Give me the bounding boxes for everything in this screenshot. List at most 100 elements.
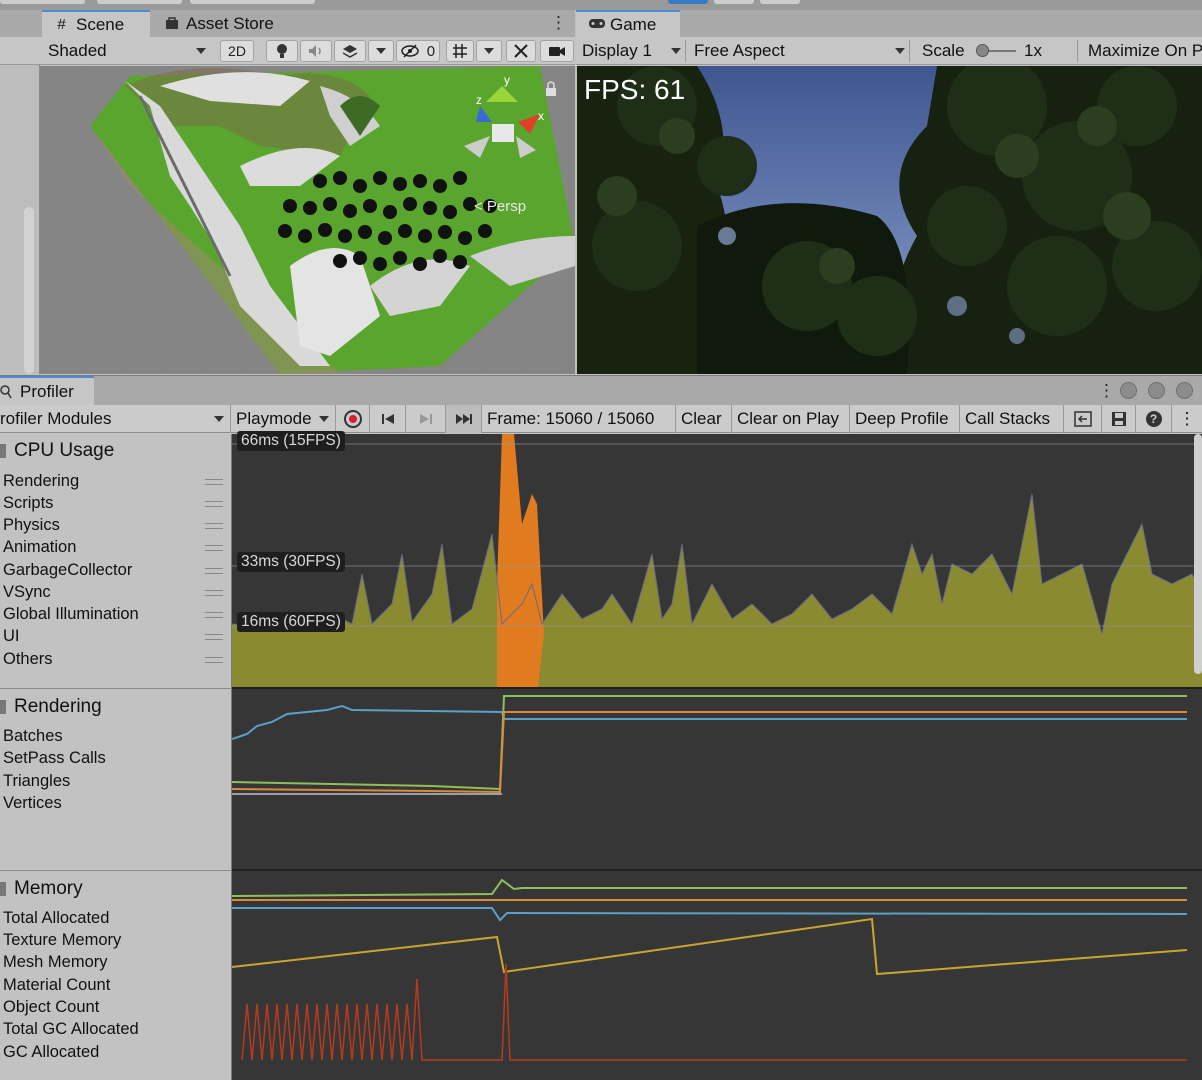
clear-button[interactable]: Clear: [676, 405, 732, 433]
display-dropdown[interactable]: Display 1: [578, 40, 686, 62]
game-viewport[interactable]: [577, 66, 1202, 374]
memory-legend-object-count[interactable]: Object Count: [3, 998, 99, 1017]
rendering-legend-vertices[interactable]: Vertices: [3, 794, 62, 813]
effects-toggle-button[interactable]: [334, 40, 366, 62]
scene-tab-bar: # Scene Asset Store ⋮: [0, 10, 575, 37]
deep-profile-toggle[interactable]: Deep Profile: [850, 405, 960, 433]
grid-dropdown-button[interactable]: [476, 40, 502, 62]
aspect-dropdown[interactable]: Free Aspect: [690, 40, 910, 62]
cpu-legend-global-illumination[interactable]: Global Illumination: [3, 605, 139, 624]
chevron-down-icon: [484, 48, 494, 54]
terrain-scene-illustration: y x z < Persp: [40, 66, 575, 374]
audio-toggle-button[interactable]: [300, 40, 332, 62]
grid-snap-icon: [453, 44, 467, 58]
scene-menu-icon[interactable]: ⋮: [550, 14, 567, 32]
shading-mode-dropdown[interactable]: Shaded: [44, 40, 210, 62]
drag-handle-icon[interactable]: [205, 590, 223, 596]
chevron-down-icon: [376, 48, 386, 54]
call-stacks-toggle[interactable]: Call Stacks: [960, 405, 1064, 433]
memory-module-title[interactable]: Memory: [14, 878, 83, 900]
clear-on-play-toggle[interactable]: Clear on Play: [732, 405, 850, 433]
help-icon: ?: [1145, 411, 1162, 427]
skip-back-icon: [381, 414, 394, 424]
maximize-on-play-label: Maximize On P: [1088, 41, 1202, 60]
grid-toggle-button[interactable]: [446, 40, 474, 62]
rendering-legend-triangles[interactable]: Triangles: [3, 772, 70, 791]
lighting-toggle-button[interactable]: [266, 40, 298, 62]
next-frame-button[interactable]: [406, 405, 446, 433]
tab-profiler[interactable]: Profiler: [0, 376, 94, 406]
memory-legend-gc-allocated[interactable]: GC Allocated: [3, 1043, 99, 1062]
module-divider: [0, 688, 232, 689]
save-data-button[interactable]: [1102, 405, 1136, 433]
profiler-modules-label: rofiler Modules: [0, 409, 112, 428]
drag-handle-icon[interactable]: [205, 657, 223, 663]
scene-toolbar: Shaded 2D 0: [0, 37, 575, 65]
profiler-menu-icon[interactable]: ⋮: [1098, 382, 1115, 400]
editor-top-strip: [0, 0, 1202, 10]
cpu-legend-others[interactable]: Others: [3, 650, 53, 669]
cpu-module-title[interactable]: CPU Usage: [14, 440, 114, 462]
record-button[interactable]: [336, 405, 370, 433]
drag-handle-icon[interactable]: [205, 501, 223, 507]
tools-button[interactable]: [506, 40, 536, 62]
rendering-legend-batches[interactable]: Batches: [3, 727, 63, 746]
drag-handle-icon[interactable]: [205, 568, 223, 574]
profiler-modules-dropdown[interactable]: rofiler Modules: [0, 405, 231, 433]
effects-dropdown-button[interactable]: [368, 40, 394, 62]
target-dropdown[interactable]: Playmode: [231, 405, 336, 433]
current-frame-button[interactable]: [446, 405, 482, 433]
cpu-legend-animation[interactable]: Animation: [3, 538, 76, 557]
close-window-button[interactable]: [1176, 382, 1193, 399]
cpu-legend-garbagecollector[interactable]: GarbageCollector: [3, 561, 132, 580]
profiler-tab-bar: Profiler ⋮: [0, 375, 1202, 406]
call-stacks-label: Call Stacks: [965, 409, 1051, 428]
cpu-legend-vsync[interactable]: VSync: [3, 583, 51, 602]
scale-slider[interactable]: Scale 1x: [918, 40, 1078, 62]
camera-button[interactable]: [540, 40, 574, 62]
tab-game[interactable]: Game: [576, 10, 680, 37]
tab-game-label: Game: [610, 14, 657, 34]
drag-handle-icon[interactable]: [205, 634, 223, 640]
tab-profiler-label: Profiler: [20, 382, 74, 401]
skip-forward-icon: [455, 414, 472, 424]
toggle-2d-button[interactable]: 2D: [220, 40, 254, 62]
chevron-down-icon: [895, 48, 905, 54]
tab-scene[interactable]: # Scene: [42, 10, 150, 37]
rendering-legend-setpass-calls[interactable]: SetPass Calls: [3, 749, 106, 768]
scale-handle[interactable]: [976, 44, 989, 57]
profiler-options-button[interactable]: ⋮: [1172, 405, 1202, 433]
profiler-charts-area[interactable]: 66ms (15FPS) 33ms (30FPS) 16ms (60FPS): [231, 431, 1202, 1080]
drag-handle-icon[interactable]: [205, 545, 223, 551]
load-data-button[interactable]: [1064, 405, 1102, 433]
memory-legend-mesh-memory[interactable]: Mesh Memory: [3, 953, 108, 972]
first-frame-button[interactable]: [370, 405, 406, 433]
hidden-objects-toggle[interactable]: 0: [396, 40, 440, 62]
minimize-window-button[interactable]: [1120, 382, 1137, 399]
memory-legend-total-gc-allocated[interactable]: Total GC Allocated: [3, 1020, 139, 1039]
cpu-legend-rendering[interactable]: Rendering: [3, 472, 79, 491]
projection-label[interactable]: < Persp: [474, 198, 526, 215]
drag-handle-icon[interactable]: [205, 612, 223, 618]
memory-legend-texture-memory[interactable]: Texture Memory: [3, 931, 121, 950]
hierarchy-scrollbar[interactable]: [24, 207, 34, 374]
tab-scene-label: Scene: [76, 14, 125, 34]
cpu-legend-ui[interactable]: UI: [3, 627, 20, 646]
scene-viewport[interactable]: y x z < Persp: [40, 66, 575, 374]
lightbulb-icon: [277, 44, 287, 58]
drag-handle-icon[interactable]: [205, 523, 223, 529]
cpu-legend-physics[interactable]: Physics: [3, 516, 60, 535]
rendering-module-title[interactable]: Rendering: [14, 696, 102, 718]
drag-handle-icon[interactable]: [205, 479, 223, 485]
cpu-legend-scripts[interactable]: Scripts: [3, 494, 53, 513]
scale-value: 1x: [1024, 41, 1042, 60]
tab-asset-store[interactable]: Asset Store: [152, 10, 302, 37]
layers-icon: [342, 45, 358, 58]
memory-legend-total-allocated[interactable]: Total Allocated: [3, 909, 109, 928]
forest-game-render: [577, 66, 1202, 374]
maximize-window-button[interactable]: [1148, 382, 1165, 399]
maximize-on-play-toggle[interactable]: Maximize On P: [1084, 40, 1202, 62]
memory-legend-material-count[interactable]: Material Count: [3, 976, 110, 995]
cpu-module-icon: [0, 444, 6, 458]
help-button[interactable]: ?: [1136, 405, 1172, 433]
